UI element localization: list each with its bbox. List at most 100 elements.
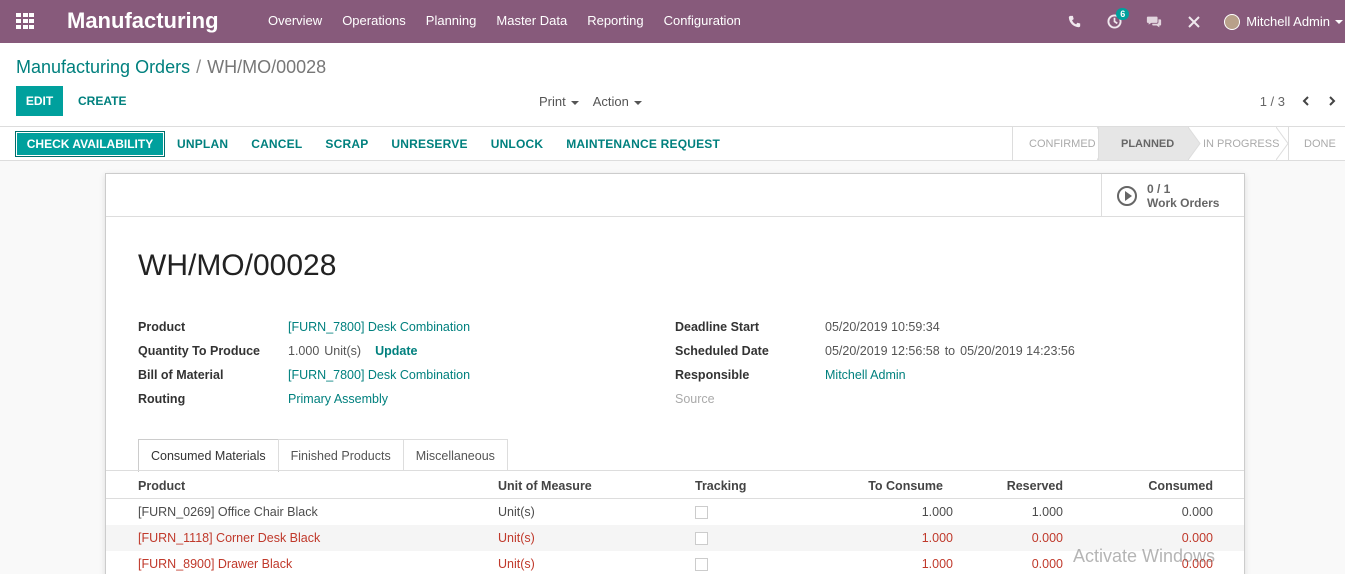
breadcrumb-separator: / — [196, 57, 202, 77]
header-consumed[interactable]: Consumed — [1148, 479, 1213, 493]
cancel-button[interactable]: CANCEL — [251, 137, 302, 151]
qty-value: 1.000 — [288, 344, 320, 358]
chevron-down-icon — [570, 100, 579, 105]
routing-link[interactable]: Primary Assembly — [288, 392, 388, 406]
work-orders-count: 0 / 1 — [1147, 181, 1171, 196]
top-navbar: Manufacturing Overview Operations Planni… — [0, 0, 1345, 43]
pager-value[interactable]: 1 / 3 — [1260, 94, 1285, 109]
tab-finished-products[interactable]: Finished Products — [277, 439, 404, 471]
header-to-consume[interactable]: To Consume — [868, 479, 943, 493]
stage-arrow-icon — [1188, 127, 1201, 160]
deadline-label: Deadline Start — [675, 320, 760, 334]
unlock-button[interactable]: UNLOCK — [491, 137, 544, 151]
table-row[interactable]: [FURN_0269] Office Chair Black Unit(s) 1… — [106, 499, 1244, 525]
tab-divider — [106, 470, 1244, 471]
activity-badge: 6 — [1116, 7, 1130, 20]
product-label: Product — [138, 320, 186, 334]
form-sheet: 0 / 1 Work Orders WH/MO/00028 Product [FU… — [105, 173, 1245, 574]
update-button[interactable]: Update — [375, 344, 417, 358]
header-tracking[interactable]: Tracking — [695, 479, 746, 493]
chevron-down-icon — [1335, 19, 1343, 24]
source-label: Source — [675, 392, 715, 406]
maintenance-request-button[interactable]: MAINTENANCE REQUEST — [566, 137, 720, 151]
breadcrumb: Manufacturing Orders / WH/MO/00028 — [16, 57, 326, 78]
bom-link[interactable]: [FURN_7800] Desk Combination — [288, 368, 470, 382]
activate-windows-watermark: Activate Windows — [1073, 546, 1216, 566]
row-reserved: 1.000 — [1031, 505, 1063, 519]
row-to-consume: 1.000 — [921, 531, 953, 545]
menu-operations[interactable]: Operations — [342, 13, 406, 28]
stage-confirmed[interactable]: CONFIRMED — [1012, 127, 1098, 160]
row-consumed: 0.000 — [1181, 505, 1213, 519]
play-icon — [1117, 185, 1137, 206]
chevron-left-icon[interactable] — [1301, 95, 1311, 106]
unreserve-button[interactable]: UNRESERVE — [391, 137, 467, 151]
responsible-link[interactable]: Mitchell Admin — [825, 368, 906, 382]
work-orders-button[interactable]: 0 / 1 Work Orders — [1101, 174, 1244, 217]
row-product: [FURN_0269] Office Chair Black — [138, 505, 318, 519]
main-menu: Overview Operations Planning Master Data… — [268, 13, 761, 28]
scheduled-to: 05/20/2019 14:23:56 — [960, 344, 1075, 358]
stage-planned[interactable]: PLANNED — [1098, 127, 1188, 160]
activity-clock-icon[interactable]: 6 — [1106, 7, 1130, 30]
phone-icon[interactable] — [1066, 14, 1082, 30]
breadcrumb-manufacturing-orders[interactable]: Manufacturing Orders — [16, 57, 190, 77]
row-reserved: 0.000 — [1031, 557, 1063, 571]
header-product[interactable]: Product — [138, 479, 185, 493]
row-uom: Unit(s) — [498, 531, 535, 545]
scheduled-from: 05/20/2019 12:56:58 — [825, 344, 940, 358]
debug-tools-icon[interactable] — [1186, 14, 1202, 30]
navbar-systray: 6 Mitchell Admin — [1042, 0, 1345, 43]
menu-planning[interactable]: Planning — [426, 13, 477, 28]
stage-done[interactable]: DONE — [1288, 127, 1345, 160]
qty-label: Quantity To Produce — [138, 344, 260, 358]
breadcrumb-current: WH/MO/00028 — [207, 57, 327, 77]
action-label: Action — [592, 94, 629, 109]
menu-reporting[interactable]: Reporting — [587, 13, 643, 28]
fields-left: Product [FURN_7800] Desk Combination Quan… — [138, 315, 470, 411]
user-menu[interactable]: Mitchell Admin — [1224, 13, 1343, 30]
responsible-label: Responsible — [675, 368, 750, 382]
row-product: [FURN_1118] Corner Desk Black — [138, 531, 321, 545]
avatar — [1224, 13, 1241, 30]
table-header: Product Unit of Measure Tracking To Cons… — [106, 473, 1244, 499]
create-button[interactable]: CREATE — [78, 94, 126, 108]
menu-configuration[interactable]: Configuration — [664, 13, 741, 28]
tracking-checkbox — [695, 557, 708, 571]
scrap-button[interactable]: SCRAP — [325, 137, 368, 151]
row-product: [FURN_8900] Drawer Black — [138, 557, 293, 571]
stage-pipeline: CONFIRMED PLANNED IN PROGRESS DONE — [1012, 127, 1345, 160]
tab-consumed-materials[interactable]: Consumed Materials — [138, 439, 279, 472]
bom-label: Bill of Material — [138, 368, 224, 382]
scheduled-label: Scheduled Date — [675, 344, 769, 358]
chevron-right-icon[interactable] — [1327, 95, 1337, 106]
tracking-checkbox — [695, 531, 708, 545]
tracking-checkbox — [695, 505, 708, 519]
menu-overview[interactable]: Overview — [268, 13, 322, 28]
statusbar: CHECK AVAILABILITY UNPLAN CANCEL SCRAP U… — [0, 127, 1345, 161]
routing-label: Routing — [138, 392, 186, 406]
app-title[interactable]: Manufacturing — [67, 8, 219, 34]
print-dropdown[interactable]: Print — [539, 94, 579, 109]
user-name: Mitchell Admin — [1246, 14, 1330, 29]
header-uom[interactable]: Unit of Measure — [498, 479, 592, 493]
deadline-value: 05/20/2019 10:59:34 — [825, 320, 940, 334]
product-link[interactable]: [FURN_7800] Desk Combination — [288, 320, 470, 334]
edit-button[interactable]: EDIT — [16, 86, 63, 116]
row-reserved: 0.000 — [1031, 531, 1063, 545]
messages-icon[interactable] — [1146, 14, 1162, 30]
header-reserved[interactable]: Reserved — [1007, 479, 1063, 493]
stage-in-progress[interactable]: IN PROGRESS — [1188, 127, 1288, 160]
chevron-down-icon — [633, 100, 642, 105]
tab-miscellaneous[interactable]: Miscellaneous — [402, 439, 508, 471]
apps-menu-icon[interactable] — [16, 13, 34, 29]
scheduled-to-word: to — [944, 344, 956, 358]
check-availability-button[interactable]: CHECK AVAILABILITY — [15, 131, 165, 157]
fields-right: Deadline Start 05/20/2019 10:59:34 Schedu… — [675, 315, 1075, 411]
action-dropdown[interactable]: Action — [593, 94, 642, 109]
row-to-consume: 1.000 — [921, 505, 953, 519]
row-uom: Unit(s) — [498, 557, 535, 571]
menu-master-data[interactable]: Master Data — [496, 13, 567, 28]
unplan-button[interactable]: UNPLAN — [177, 137, 228, 151]
row-to-consume: 1.000 — [921, 557, 953, 571]
